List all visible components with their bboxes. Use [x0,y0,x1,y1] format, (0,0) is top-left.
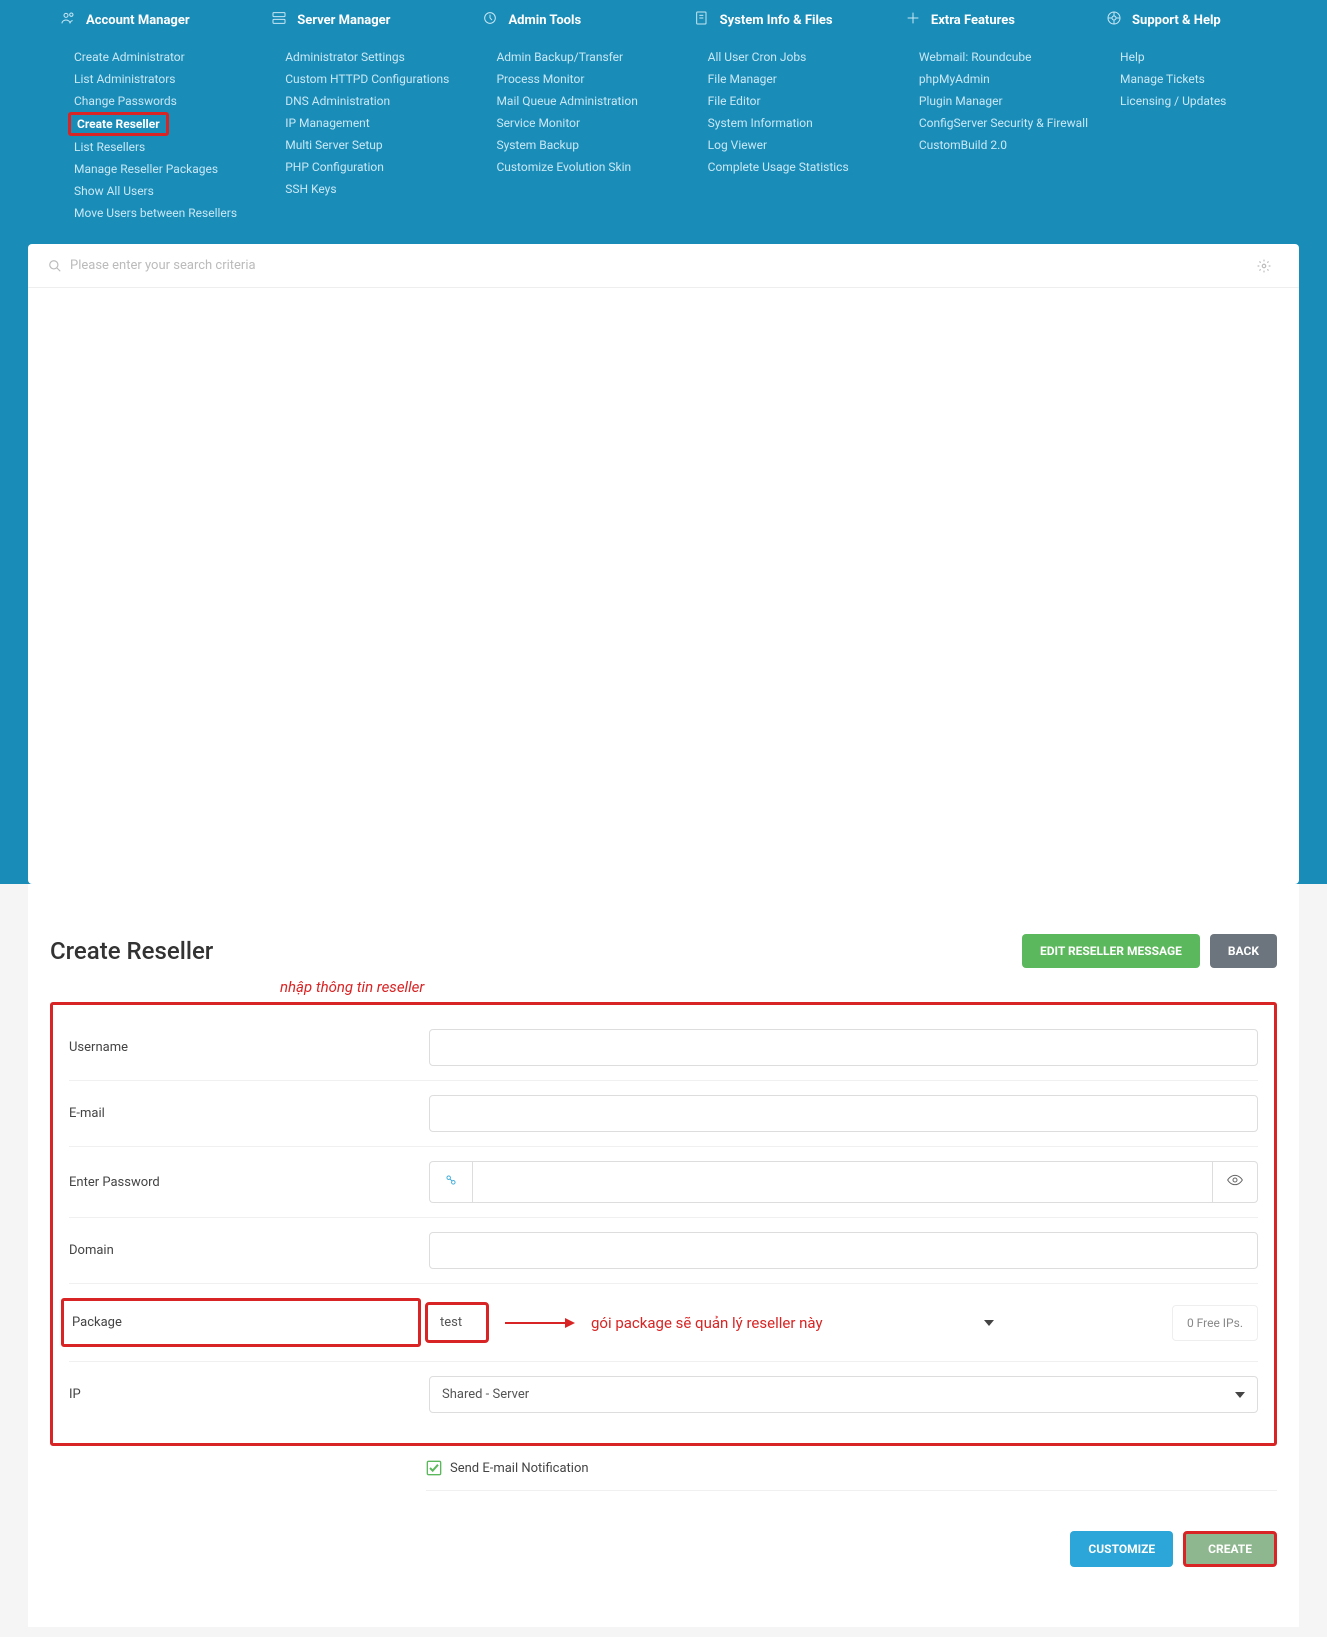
nav-link[interactable]: Create Administrator [74,46,271,68]
nav-link[interactable]: Help [1120,46,1267,68]
username-input[interactable] [429,1029,1258,1066]
nav-column: System Info & FilesAll User Cron JobsFil… [694,10,905,224]
customize-button[interactable]: CUSTOMIZE [1070,1531,1173,1567]
top-navigation: Account ManagerCreate AdministratorList … [0,0,1327,244]
nav-link[interactable]: Multi Server Setup [285,134,482,156]
nav-link[interactable]: Manage Tickets [1120,68,1267,90]
package-dropdown-caret[interactable] [984,1313,994,1332]
nav-column: Extra Features Webmail: RoundcubephpMyAdm… [905,10,1106,224]
nav-link[interactable]: File Editor [708,90,905,112]
nav-link[interactable]: ConfigServer Security & Firewall [919,112,1106,134]
nav-link[interactable]: Process Monitor [496,68,693,90]
nav-link[interactable]: Webmail: Roundcube [919,46,1106,68]
nav-header[interactable]: System Info & Files [694,10,905,30]
plus-icon [905,10,921,30]
checkbox-checked-icon[interactable] [426,1460,442,1476]
show-password-button[interactable] [1213,1161,1258,1203]
nav-link[interactable]: Change Passwords [74,90,271,112]
package-label: Package [61,1298,421,1347]
nav-link[interactable]: phpMyAdmin [919,68,1106,90]
support-icon [1106,10,1122,30]
nav-link[interactable]: DNS Administration [285,90,482,112]
username-label: Username [69,1040,429,1055]
nav-link[interactable]: Admin Backup/Transfer [496,46,693,68]
nav-column: Server Manager Administrator SettingsCust… [271,10,482,224]
nav-link[interactable]: Plugin Manager [919,90,1106,112]
server-icon [271,10,287,30]
nav-link[interactable]: Manage Reseller Packages [74,158,271,180]
nav-link[interactable]: CustomBuild 2.0 [919,134,1106,156]
package-select[interactable]: test [425,1302,489,1343]
ip-select[interactable]: Shared - Server [429,1376,1258,1413]
nav-header[interactable]: Support & Help [1106,10,1267,30]
nav-link[interactable]: File Manager [708,68,905,90]
nav-link[interactable]: List Resellers [74,136,271,158]
ip-label: IP [69,1387,429,1402]
edit-reseller-message-button[interactable]: EDIT RESELLER MESSAGE [1022,934,1200,968]
generate-password-button[interactable] [429,1161,472,1203]
page-header: Create Reseller EDIT RESELLER MESSAGE BA… [50,934,1277,968]
email-input[interactable] [429,1095,1258,1132]
page-title: Create Reseller [50,937,1012,965]
nav-link[interactable]: Complete Usage Statistics [708,156,905,178]
nav-link[interactable]: Log Viewer [708,134,905,156]
nav-link[interactable]: PHP Configuration [285,156,482,178]
nav-link[interactable]: Service Monitor [496,112,693,134]
password-input[interactable] [472,1161,1213,1203]
main-content [28,244,1299,884]
send-email-label: Send E-mail Notification [450,1461,589,1476]
files-icon [694,10,710,30]
nav-link[interactable]: Customize Evolution Skin [496,156,693,178]
nav-header[interactable]: Server Manager [271,10,482,30]
nav-link[interactable]: List Administrators [74,68,271,90]
users-icon [60,10,76,30]
form-area: Username E-mail Enter Password [50,1002,1277,1446]
nav-link[interactable]: Move Users between Resellers [74,202,271,224]
nav-link[interactable]: SSH Keys [285,178,482,200]
email-label: E-mail [69,1106,429,1121]
nav-header[interactable]: Account Manager [60,10,271,30]
nav-column: Account ManagerCreate AdministratorList … [60,10,271,224]
domain-input[interactable] [429,1232,1258,1269]
nav-link[interactable]: Create Reseller [68,112,169,136]
nav-link[interactable]: Custom HTTPD Configurations [285,68,482,90]
search-bar [28,244,1299,288]
nav-link[interactable]: System Backup [496,134,693,156]
nav-link[interactable]: All User Cron Jobs [708,46,905,68]
nav-link[interactable]: Administrator Settings [285,46,482,68]
nav-link[interactable]: IP Management [285,112,482,134]
gear-icon[interactable] [1257,259,1271,273]
nav-header[interactable]: Admin Tools [482,10,693,30]
arrow-icon [505,1315,575,1331]
search-input[interactable] [70,258,1257,273]
tools-icon [482,10,498,30]
nav-link[interactable]: Licensing / Updates [1120,90,1267,112]
domain-label: Domain [69,1243,429,1258]
nav-header[interactable]: Extra Features [905,10,1106,30]
annotation-package: gói package sẽ quản lý reseller này [591,1314,823,1332]
nav-link[interactable]: System Information [708,112,905,134]
send-email-row: Send E-mail Notification [426,1446,1277,1491]
annotation-top: nhập thông tin reseller [280,978,1277,996]
search-icon [48,259,62,273]
nav-column: Admin Tools Admin Backup/TransferProcess … [482,10,693,224]
nav-link[interactable]: Mail Queue Administration [496,90,693,112]
free-ips-label: 0 Free IPs. [1172,1305,1258,1341]
back-button[interactable]: BACK [1210,934,1277,968]
chevron-down-icon [1235,1390,1245,1400]
password-label: Enter Password [69,1175,429,1190]
create-button[interactable]: CREATE [1183,1531,1277,1567]
nav-column: Support & Help HelpManage TicketsLicensin… [1106,10,1267,224]
nav-link[interactable]: Show All Users [74,180,271,202]
